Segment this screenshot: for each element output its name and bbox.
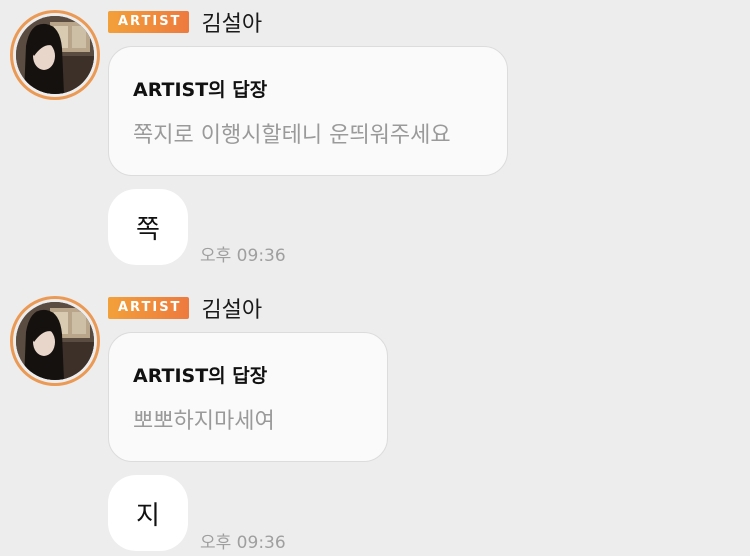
message-time: 오후 09:36 (200, 533, 286, 553)
reply-card[interactable]: ARTIST의 답장 쪽지로 이행시할테니 운띄워주세요 (108, 46, 508, 176)
reply-title: ARTIST의 답장 (133, 79, 268, 101)
reply-card[interactable]: ARTIST의 답장 뽀뽀하지마세여 (108, 332, 388, 462)
message-header: ARTIST 김설아 (108, 6, 262, 38)
message-bubble[interactable]: 지 (108, 475, 188, 551)
avatar[interactable] (10, 10, 100, 100)
reply-title: ARTIST의 답장 (133, 365, 268, 387)
reply-body: 뽀뽀하지마세여 (133, 409, 275, 434)
artist-badge: ARTIST (108, 297, 190, 319)
reply-body: 쪽지로 이행시할테니 운띄워주세요 (133, 123, 451, 148)
sender-name[interactable]: 김설아 (201, 292, 262, 324)
message-header: ARTIST 김설아 (108, 292, 262, 324)
avatar-photo (16, 302, 94, 380)
avatar-photo (16, 16, 94, 94)
message-time: 오후 09:36 (200, 246, 286, 266)
message-bubble[interactable]: 쪽 (108, 189, 188, 265)
avatar[interactable] (10, 296, 100, 386)
sender-name[interactable]: 김설아 (201, 6, 262, 38)
artist-badge: ARTIST (108, 11, 190, 33)
